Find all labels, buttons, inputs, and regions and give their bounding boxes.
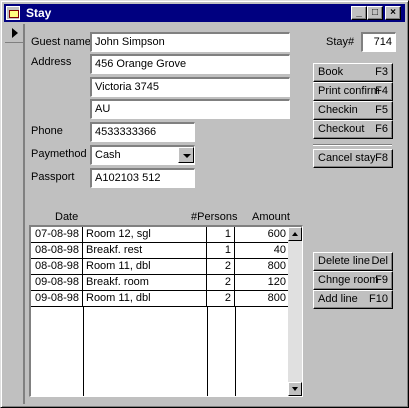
address-label: Address: [31, 56, 72, 68]
close-button[interactable]: ×: [385, 6, 401, 20]
scroll-down-arrow-icon[interactable]: [288, 382, 302, 396]
amount-column-header: Amount: [252, 211, 290, 223]
book-button[interactable]: Book F3: [313, 63, 393, 82]
address-line1-field[interactable]: 456 Orange Grove: [90, 54, 290, 74]
checkout-button[interactable]: Checkout F6: [313, 120, 393, 139]
table-row[interactable]: 07-08-98 Room 12, sgl 1 600: [31, 227, 290, 243]
persons-column-header: #Persons: [191, 211, 238, 223]
text-cell[interactable]: Room 11, dbl: [83, 259, 207, 275]
text-cell[interactable]: Breakf. room: [83, 275, 207, 291]
window-title: Stay: [26, 6, 52, 20]
table-row[interactable]: 09-08-98 Breakf. room 2 120: [31, 275, 290, 291]
guest-name-label: Guest name: [31, 36, 91, 48]
text-cell[interactable]: Room 11, dbl: [83, 291, 207, 307]
passport-field[interactable]: A102103 512: [90, 168, 195, 188]
phone-field[interactable]: 4533333366: [90, 122, 195, 142]
text-cell[interactable]: Breakf. rest: [83, 243, 207, 259]
persons-cell[interactable]: 1: [207, 227, 235, 243]
table-row[interactable]: 08-08-98 Breakf. rest 1 40: [31, 243, 290, 259]
persons-cell[interactable]: 2: [207, 259, 235, 275]
record-selector[interactable]: [5, 24, 25, 404]
stay-number-label: Stay#: [326, 36, 355, 48]
button-separator: [313, 144, 392, 146]
table-row[interactable]: 09-08-98 Room 11, dbl 2 800: [31, 291, 290, 307]
table-row[interactable]: 08-08-98 Room 11, dbl 2 800: [31, 259, 290, 275]
paymethod-label: Paymethod: [31, 148, 87, 160]
date-cell[interactable]: 08-08-98: [31, 259, 83, 275]
minimize-button[interactable]: _: [351, 6, 367, 20]
stay-number-field[interactable]: 714: [361, 32, 396, 52]
guest-name-field[interactable]: John Simpson: [90, 32, 290, 52]
persons-cell[interactable]: 2: [207, 275, 235, 291]
persons-cell[interactable]: 2: [207, 291, 235, 307]
change-room-button[interactable]: Chnge room F9: [313, 271, 393, 290]
date-cell[interactable]: 09-08-98: [31, 275, 83, 291]
address-line3-field[interactable]: AU: [90, 99, 290, 119]
date-column-header: Date: [55, 211, 79, 223]
dropdown-arrow-icon[interactable]: [178, 147, 194, 163]
amount-cell[interactable]: 120: [235, 275, 290, 291]
app-icon[interactable]: [6, 6, 20, 20]
text-cell[interactable]: Room 12, sgl: [83, 227, 207, 243]
passport-label: Passport: [31, 171, 75, 183]
address-line2-field[interactable]: Victoria 3745: [90, 77, 290, 97]
amount-cell[interactable]: 800: [235, 291, 290, 307]
stay-lines-grid[interactable]: 07-08-98 Room 12, sgl 1 600 08-08-98 Bre…: [29, 225, 303, 397]
date-cell[interactable]: 07-08-98: [31, 227, 83, 243]
maximize-button[interactable]: □: [367, 6, 383, 20]
title-bar[interactable]: Stay _ □ ×: [4, 4, 405, 22]
persons-cell[interactable]: 1: [207, 243, 235, 259]
date-cell[interactable]: 09-08-98: [31, 291, 83, 307]
grid-vertical-scrollbar[interactable]: [288, 227, 302, 396]
date-cell[interactable]: 08-08-98: [31, 243, 83, 259]
print-confirm-button[interactable]: Print confirm F4: [313, 82, 393, 101]
paymethod-value: Cash: [95, 149, 121, 161]
delete-line-button[interactable]: Delete line Del: [313, 252, 393, 271]
phone-label: Phone: [31, 125, 63, 137]
stay-window: Stay _ □ × Guest name Address Phone Paym…: [0, 0, 409, 408]
scroll-up-arrow-icon[interactable]: [288, 227, 302, 241]
amount-cell[interactable]: 40: [235, 243, 290, 259]
amount-cell[interactable]: 600: [235, 227, 290, 243]
amount-cell[interactable]: 800: [235, 259, 290, 275]
paymethod-select[interactable]: Cash: [90, 145, 195, 165]
cancel-stay-button[interactable]: Cancel stay F8: [313, 149, 393, 168]
checkin-button[interactable]: Checkin F5: [313, 101, 393, 120]
current-record-arrow-icon: [12, 28, 18, 38]
add-line-button[interactable]: Add line F10: [313, 290, 393, 309]
